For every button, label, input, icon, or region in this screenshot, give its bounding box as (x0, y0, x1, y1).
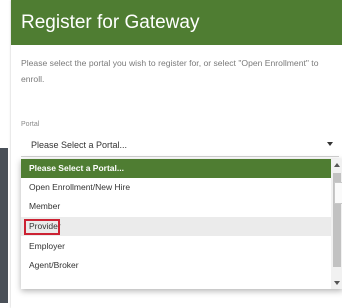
option-open-enrollment[interactable]: Open Enrollment/New Hire (21, 178, 331, 197)
instructions-text: Please select the portal you wish to reg… (21, 58, 319, 84)
portal-dropdown-list[interactable]: Please Select a Portal... Open Enrollmen… (21, 159, 342, 289)
portal-select[interactable]: Please Select a Portal... (21, 135, 339, 157)
background-panel-edge (0, 148, 8, 303)
scroll-down-arrow-icon[interactable] (334, 281, 340, 285)
dialog-title: Register for Gateway (11, 0, 342, 45)
chevron-down-icon (327, 142, 333, 146)
option-provider[interactable]: Provider (21, 217, 331, 236)
option-agent-broker[interactable]: Agent/Broker (21, 256, 331, 275)
register-dialog: Register for Gateway Please select the p… (11, 0, 342, 308)
portal-label: Portal (21, 121, 40, 128)
scroll-up-arrow-icon[interactable] (334, 163, 340, 167)
dropdown-scrollbar[interactable] (331, 159, 342, 289)
option-employer[interactable]: Employer (21, 237, 331, 256)
portal-select-value: Please Select a Portal... (31, 140, 128, 150)
option-please-select[interactable]: Please Select a Portal... (21, 159, 331, 178)
option-member[interactable]: Member (21, 197, 331, 216)
provider-highlight-box (24, 219, 60, 235)
background-button-edge (334, 182, 342, 204)
